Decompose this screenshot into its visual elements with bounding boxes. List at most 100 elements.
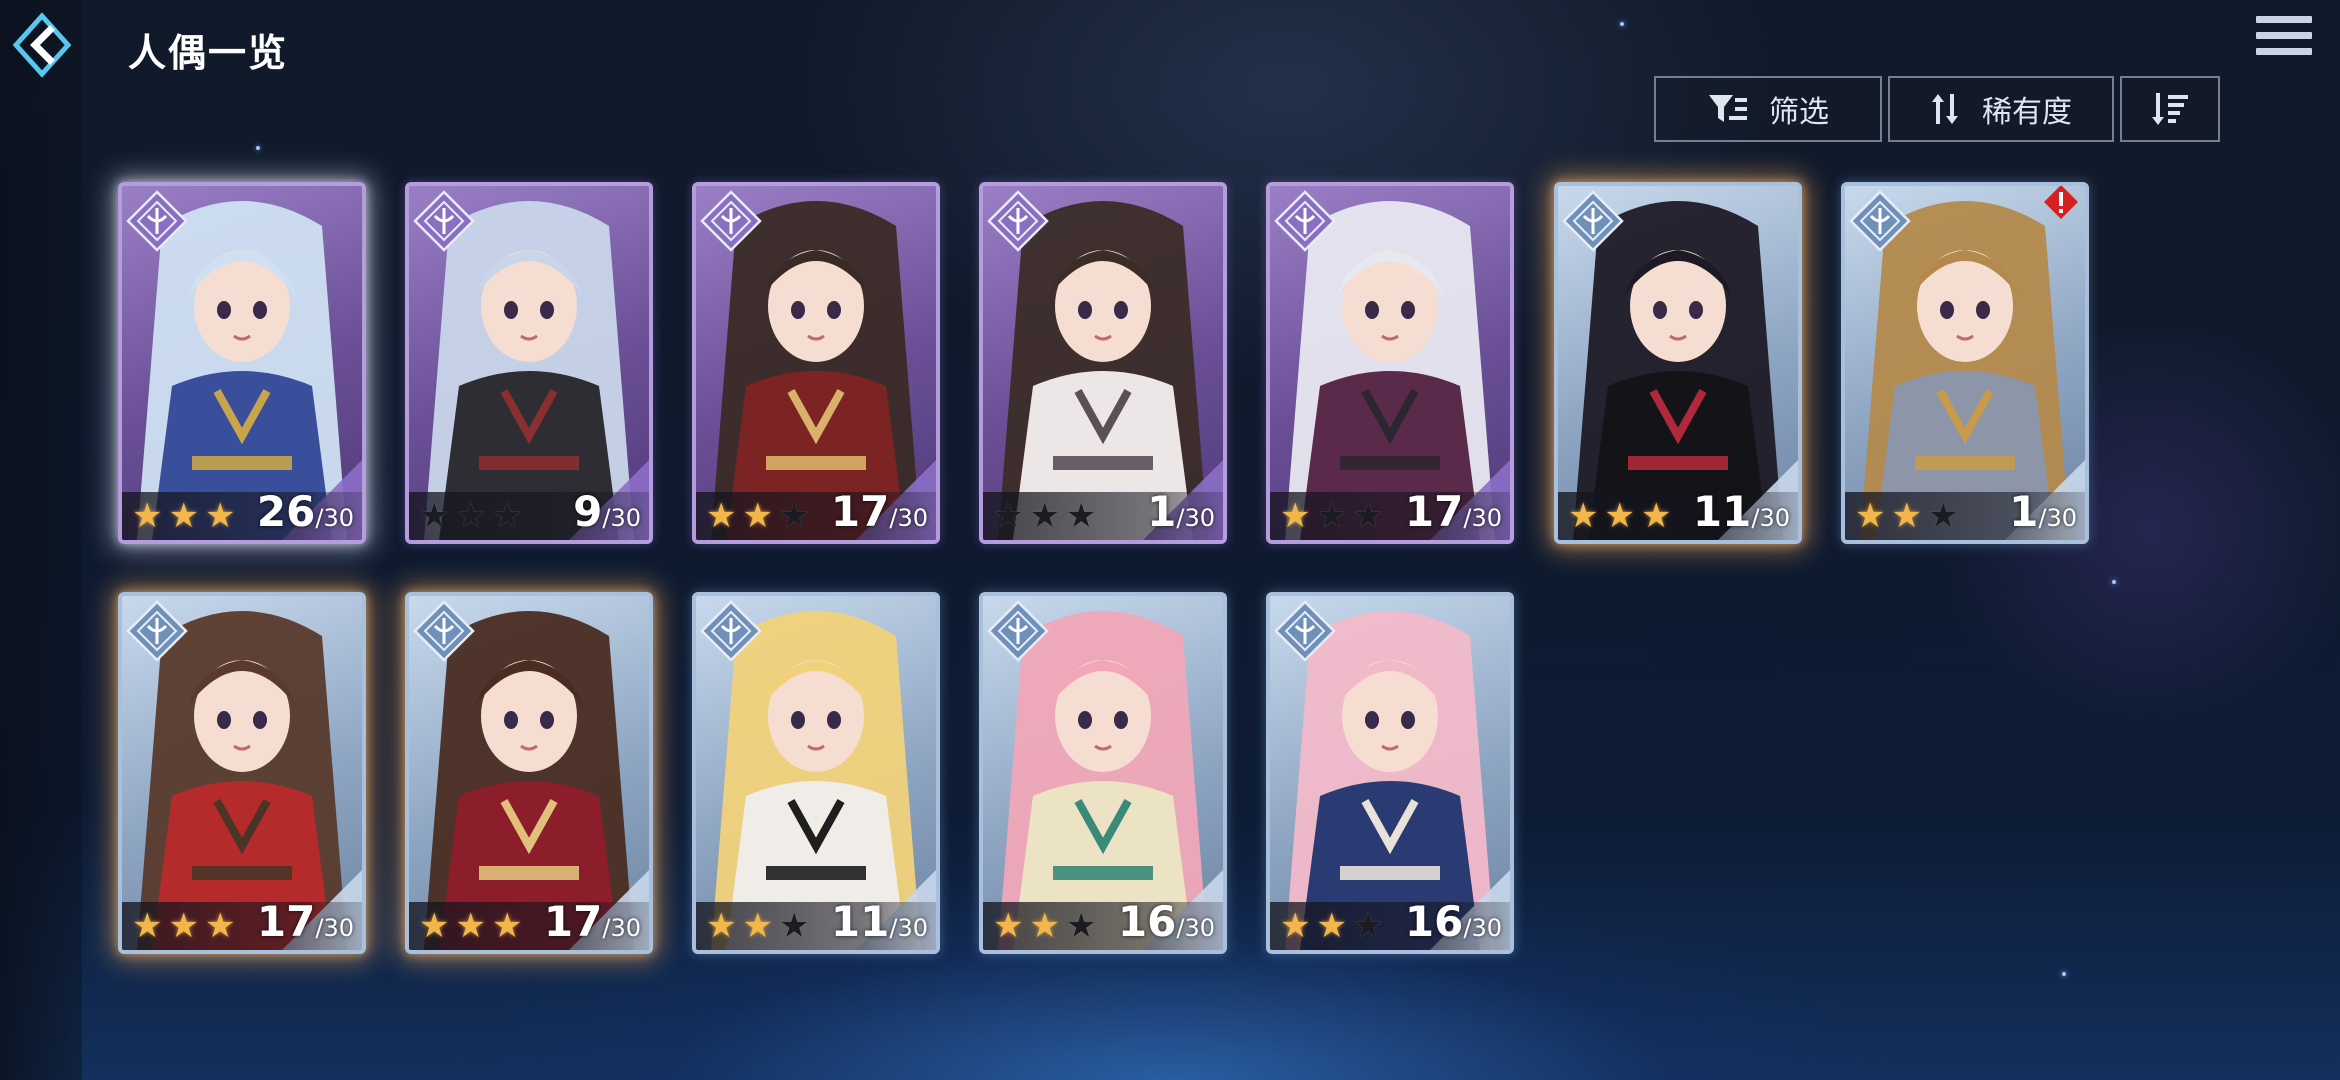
level-current: 26 [256, 487, 316, 536]
doll-card[interactable]: ★ ★ ★ 17/30 [118, 592, 366, 954]
sort-label: 稀有度 [1982, 95, 2072, 130]
card-footer: ★ ★ ★ 16/30 [983, 897, 1223, 950]
level-counter: 11/30 [1693, 487, 1790, 536]
star-icon: ★ [455, 496, 486, 536]
card-footer: ★ ★ ★ 11/30 [1558, 487, 1798, 540]
back-button[interactable] [12, 12, 72, 78]
class-emblem-icon [126, 190, 188, 252]
menu-button[interactable] [2256, 16, 2312, 66]
level-current: 17 [543, 897, 603, 946]
level-current: 17 [256, 897, 316, 946]
back-arrow-icon [12, 12, 72, 78]
class-emblem-icon [413, 600, 475, 662]
card-footer: ★ ★ ★ 17/30 [1270, 487, 1510, 540]
doll-card[interactable]: ★ ★ ★ 17/30 [1266, 182, 1514, 544]
card-footer: ★ ★ ★ 26/30 [122, 487, 362, 540]
doll-card[interactable]: ★ ★ ★ 16/30 [1266, 592, 1514, 954]
level-max: /30 [1751, 504, 1790, 532]
level-max: /30 [315, 504, 354, 532]
card-footer: ★ ★ ★ 17/30 [409, 897, 649, 950]
level-counter: 16/30 [1405, 897, 1502, 946]
class-emblem-icon [987, 190, 1049, 252]
rarity-stars: ★ ★ ★ [132, 909, 241, 943]
doll-card[interactable]: ★ ★ ★ 11/30 [692, 592, 940, 954]
doll-card[interactable]: ★ ★ ★ 11/30 [1554, 182, 1802, 544]
star-icon: ★ [993, 496, 1024, 536]
star-icon: ★ [1352, 906, 1384, 946]
class-emblem-icon [1562, 190, 1624, 252]
level-counter: 1/30 [2009, 487, 2077, 536]
page-title: 人偶一览 [128, 31, 289, 75]
level-current: 1 [1147, 487, 1177, 536]
left-strip [0, 0, 82, 1080]
rarity-stars: ★ ★ ★ [706, 909, 815, 943]
level-counter: 16/30 [1118, 897, 1215, 946]
doll-card[interactable]: ★ ★ ★ 26/30 [118, 182, 366, 544]
rarity-stars: ★ ★ ★ [419, 909, 528, 943]
rarity-stars: ★ ★ ★ [1855, 499, 1964, 533]
star-icon: ★ [168, 496, 199, 536]
level-max: /30 [2038, 504, 2077, 532]
class-emblem-icon [126, 600, 188, 662]
rarity-stars: ★ ★ ★ [132, 499, 241, 533]
doll-card[interactable]: ★ ★ ★ 17/30 [405, 592, 653, 954]
level-max: /30 [1176, 504, 1215, 532]
card-footer: ★ ★ ★ 9/30 [409, 487, 649, 540]
star-icon: ★ [778, 906, 810, 946]
class-emblem-icon [413, 190, 475, 252]
level-current: 16 [1404, 897, 1464, 946]
star-icon: ★ [1316, 906, 1347, 946]
star-icon: ★ [1352, 496, 1384, 536]
star-icon: ★ [1891, 496, 1922, 536]
doll-card[interactable]: ★ ★ ★ 17/30 [692, 182, 940, 544]
star-icon: ★ [168, 906, 199, 946]
level-counter: 17/30 [544, 897, 641, 946]
star-icon: ★ [742, 496, 773, 536]
level-max: /30 [1463, 504, 1502, 532]
sort-order-button[interactable] [2120, 76, 2220, 142]
filter-button[interactable]: 筛选 [1654, 76, 1882, 142]
star-icon: ★ [1568, 496, 1599, 536]
level-current: 1 [2009, 487, 2039, 536]
doll-card[interactable]: ★ ★ ★ 9/30 [405, 182, 653, 544]
level-max: /30 [889, 504, 928, 532]
rarity-stars: ★ ★ ★ [1280, 909, 1389, 943]
star-icon: ★ [1855, 496, 1886, 536]
filter-icon [1707, 92, 1747, 126]
level-counter: 17/30 [831, 487, 928, 536]
sort-descending-icon [2150, 91, 2190, 127]
star-icon: ★ [1927, 496, 1959, 536]
rarity-stars: ★ ★ ★ [993, 909, 1102, 943]
doll-card[interactable]: ★ ★ ★ 16/30 [979, 592, 1227, 954]
star-icon: ★ [706, 906, 737, 946]
star-icon: ★ [1280, 906, 1311, 946]
star-icon: ★ [1029, 496, 1060, 536]
star-icon: ★ [1029, 906, 1060, 946]
doll-card[interactable]: ★ ★ ★ 1/30 [1841, 182, 2089, 544]
level-max: /30 [602, 914, 641, 942]
star-icon: ★ [204, 496, 236, 536]
level-counter: 26/30 [257, 487, 354, 536]
star-icon: ★ [455, 906, 486, 946]
sort-rarity-button[interactable]: 稀有度 [1888, 76, 2114, 142]
card-footer: ★ ★ ★ 17/30 [122, 897, 362, 950]
star-icon: ★ [132, 496, 163, 536]
level-counter: 17/30 [1405, 487, 1502, 536]
class-emblem-icon [1849, 190, 1911, 252]
star-icon: ★ [1065, 496, 1097, 536]
star-icon: ★ [132, 906, 163, 946]
star-icon: ★ [1640, 496, 1672, 536]
doll-card[interactable]: ★ ★ ★ 1/30 [979, 182, 1227, 544]
card-footer: ★ ★ ★ 11/30 [696, 897, 936, 950]
level-max: /30 [889, 914, 928, 942]
star-icon: ★ [706, 496, 737, 536]
star-icon: ★ [419, 906, 450, 946]
rarity-stars: ★ ★ ★ [1568, 499, 1677, 533]
level-counter: 1/30 [1147, 487, 1215, 536]
star-icon: ★ [1065, 906, 1097, 946]
star-icon: ★ [1316, 496, 1347, 536]
rarity-stars: ★ ★ ★ [1280, 499, 1389, 533]
level-current: 16 [1117, 897, 1177, 946]
level-current: 9 [573, 487, 603, 536]
star-icon: ★ [1280, 496, 1311, 536]
